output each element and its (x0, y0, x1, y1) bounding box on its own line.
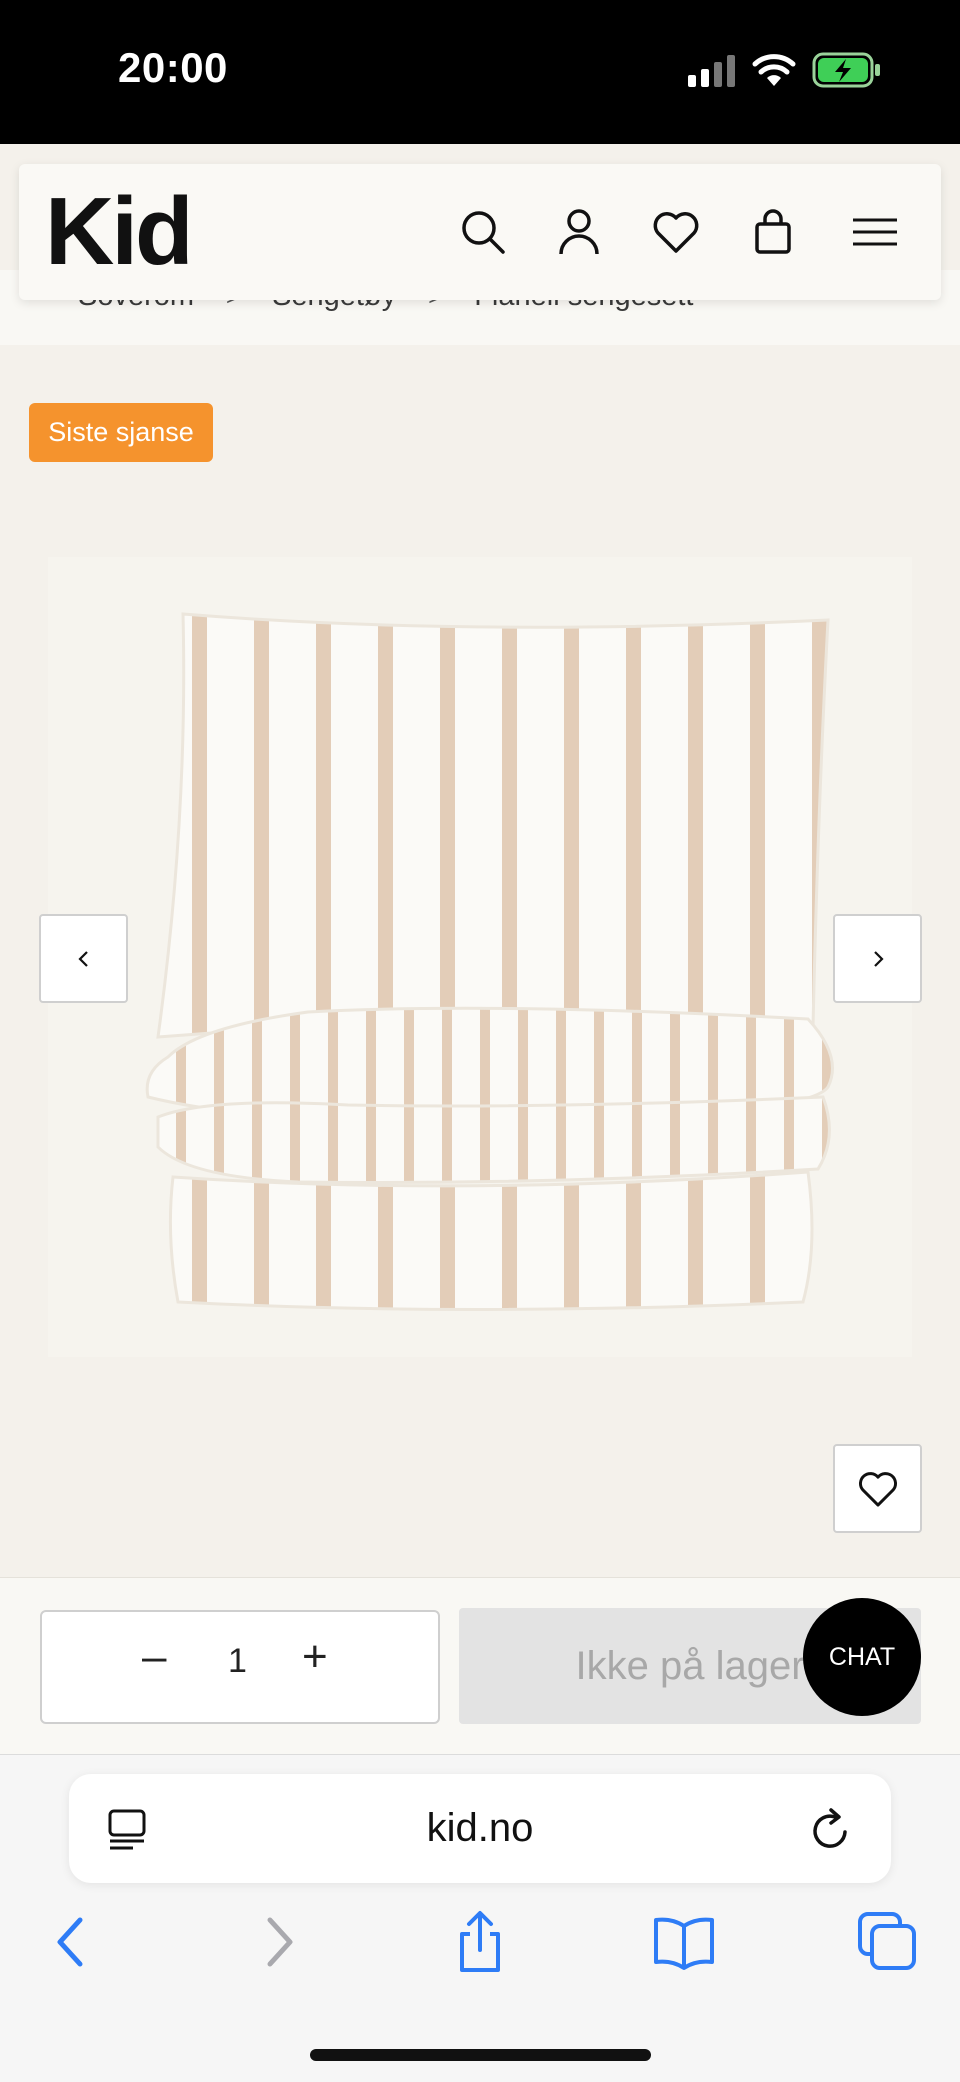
signal-icon (688, 55, 736, 87)
status-badge: Siste sjanse (29, 403, 213, 462)
share-icon[interactable] (448, 1910, 512, 1974)
quantity-decrease-button[interactable]: – (142, 1632, 166, 1682)
chevron-right-icon (868, 947, 888, 971)
status-time: 20:00 (118, 44, 228, 91)
bag-icon[interactable] (747, 206, 799, 258)
home-indicator (310, 2049, 651, 2061)
product-image[interactable] (48, 557, 912, 1357)
gallery-next-button[interactable] (833, 914, 922, 1003)
battery-charging-icon (812, 52, 882, 88)
bookmarks-icon[interactable] (652, 1910, 716, 1974)
gallery-prev-button[interactable] (39, 914, 128, 1003)
wishlist-button[interactable] (833, 1444, 922, 1533)
address-bar[interactable]: kid.no (69, 1774, 891, 1883)
quantity-stepper: – 1 + (40, 1610, 440, 1724)
quantity-value[interactable]: 1 (228, 1642, 247, 1681)
account-icon[interactable] (553, 206, 605, 258)
menu-icon[interactable] (849, 206, 901, 258)
chat-button[interactable]: CHAT (803, 1598, 921, 1716)
site-logo[interactable]: Kid (45, 182, 194, 282)
wifi-icon (752, 52, 796, 88)
status-bar: 20:00 (0, 0, 960, 144)
chevron-left-icon (74, 947, 94, 971)
forward-icon[interactable] (246, 1910, 310, 1974)
heart-icon (856, 1467, 900, 1511)
reload-icon[interactable] (809, 1806, 853, 1852)
back-icon[interactable] (40, 1910, 104, 1974)
site-header: Kid (19, 164, 941, 300)
heart-icon[interactable] (650, 206, 702, 258)
quantity-increase-button[interactable]: + (302, 1632, 328, 1682)
tabs-icon[interactable] (856, 1910, 920, 1974)
url-text: kid.no (426, 1806, 534, 1850)
search-icon[interactable] (457, 206, 509, 258)
